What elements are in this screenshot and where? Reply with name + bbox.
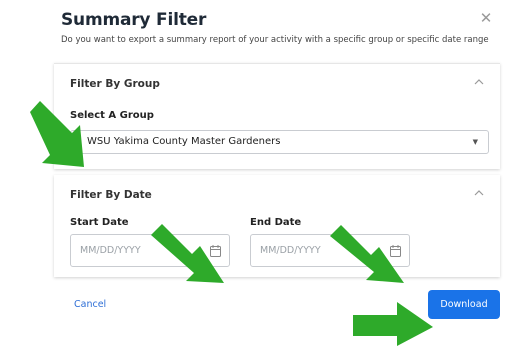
- chevron-up-icon[interactable]: [472, 76, 486, 88]
- dialog-title: Summary Filter: [61, 10, 207, 30]
- filter-by-date-title: Filter By Date: [70, 189, 152, 201]
- chevron-up-icon[interactable]: [472, 187, 486, 199]
- group-select[interactable]: WSU Yakima County Master Gardeners ▼: [70, 130, 489, 154]
- group-select-value: WSU Yakima County Master Gardeners: [87, 136, 281, 147]
- end-date-label: End Date: [250, 217, 302, 228]
- calendar-icon[interactable]: [210, 245, 221, 257]
- filter-by-group-panel: Filter By Group Select A Group WSU Yakim…: [54, 63, 500, 169]
- close-icon[interactable]: ✕: [478, 10, 494, 26]
- summary-filter-dialog: Summary Filter Do you want to export a s…: [0, 0, 505, 347]
- filter-by-date-panel: Filter By Date Start Date End Date MM/DD…: [54, 175, 500, 277]
- select-group-label: Select A Group: [70, 110, 154, 121]
- start-date-label: Start Date: [70, 217, 129, 228]
- end-date-placeholder: MM/DD/YYYY: [260, 245, 321, 256]
- calendar-icon[interactable]: [390, 245, 401, 257]
- dialog-subtitle: Do you want to export a summary report o…: [61, 35, 489, 45]
- start-date-input[interactable]: MM/DD/YYYY: [70, 234, 230, 267]
- cancel-button[interactable]: Cancel: [74, 299, 106, 310]
- caret-down-icon: ▼: [472, 138, 478, 146]
- download-button[interactable]: Download: [428, 290, 500, 319]
- filter-by-group-title: Filter By Group: [70, 78, 160, 90]
- end-date-input[interactable]: MM/DD/YYYY: [250, 234, 410, 267]
- start-date-placeholder: MM/DD/YYYY: [80, 245, 141, 256]
